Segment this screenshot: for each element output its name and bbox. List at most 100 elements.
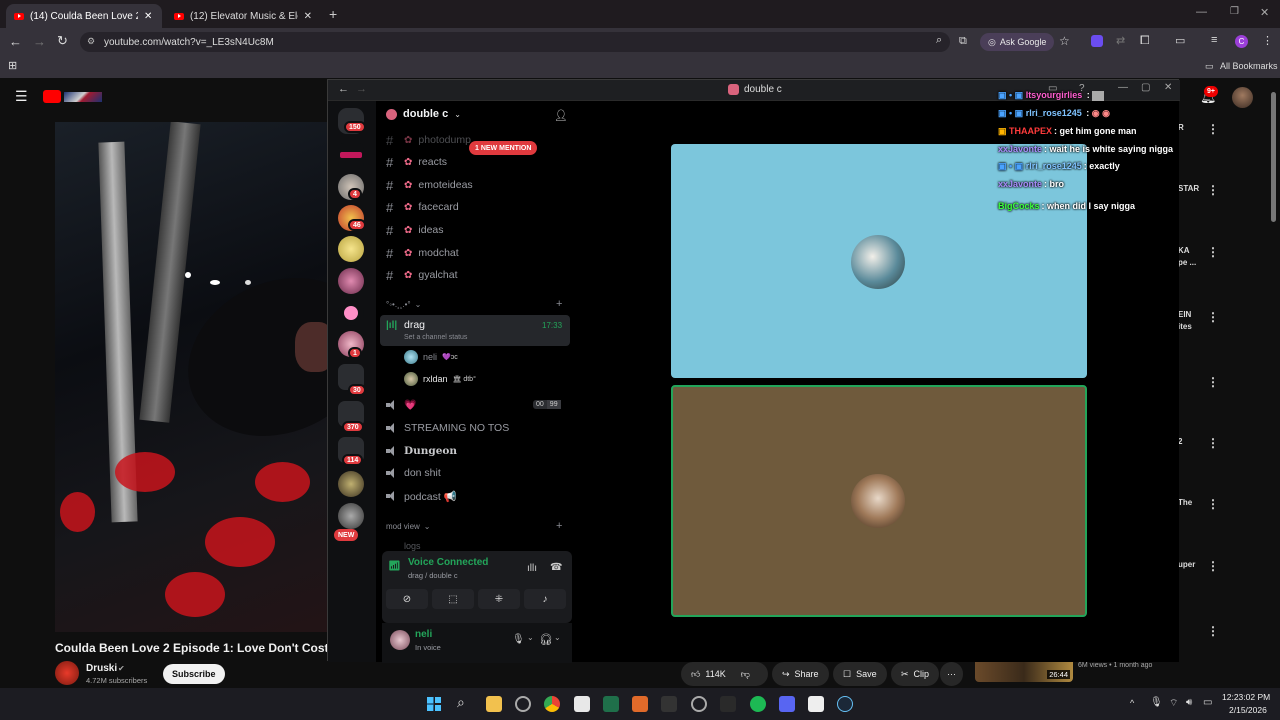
participant-tile-speaking[interactable] xyxy=(671,385,1087,617)
invite-people-icon[interactable]: 👤︎ xyxy=(554,109,568,122)
capcut-icon[interactable] xyxy=(808,696,824,712)
channel-ideas[interactable]: # ✿ ideas xyxy=(386,220,566,240)
voice-location[interactable]: drag / double c xyxy=(408,571,458,580)
channel-reacts[interactable]: # ✿ reacts xyxy=(386,152,566,172)
back-icon[interactable]: ← xyxy=(9,34,22,49)
notepad-icon[interactable] xyxy=(574,696,590,712)
channel-gyalchat[interactable]: # ✿ gyalchat xyxy=(386,265,566,285)
recommendation-title-fragment[interactable]: ites xyxy=(1178,322,1204,331)
app-icon[interactable] xyxy=(632,696,648,712)
new-tab-icon[interactable]: + xyxy=(329,6,337,22)
chrome-icon[interactable] xyxy=(544,696,560,712)
github-icon[interactable] xyxy=(515,696,531,712)
voice-channel-don-shit[interactable]: don shit xyxy=(386,463,566,483)
server-icon[interactable] xyxy=(338,503,364,529)
kebab-menu-icon[interactable]: ⋮ xyxy=(1207,375,1219,389)
maximize-icon[interactable]: ▢ xyxy=(1141,82,1150,93)
disconnect-icon[interactable]: ☎ xyxy=(550,562,562,573)
close-icon[interactable]: ✕ xyxy=(144,11,152,22)
chevron-down-icon[interactable]: ⌄ xyxy=(554,633,561,642)
profile-avatar[interactable]: C xyxy=(1235,35,1248,48)
kebab-menu-icon[interactable]: ⋮ xyxy=(1207,122,1219,136)
discord-icon[interactable] xyxy=(779,696,795,712)
server-icon[interactable] xyxy=(338,300,364,326)
file-explorer-icon[interactable] xyxy=(486,696,502,712)
kebab-menu-icon[interactable]: ⋮ xyxy=(1207,497,1219,511)
app-icon[interactable] xyxy=(720,696,736,712)
clock-time[interactable]: 12:23:02 PM xyxy=(1222,692,1270,702)
site-info-icon[interactable]: ⚙ xyxy=(87,36,95,47)
server-header[interactable]: double c ⌄ xyxy=(386,108,566,120)
channel-modchat[interactable]: # ✿ modchat xyxy=(386,243,566,263)
activities-button[interactable]: ⁜ xyxy=(478,589,520,609)
battery-icon[interactable]: ▭ xyxy=(1203,697,1212,708)
channel-emoteideas[interactable]: # ✿ emoteideas xyxy=(386,175,566,195)
server-icon[interactable] xyxy=(338,268,364,294)
minimize-icon[interactable]: — xyxy=(1196,6,1207,18)
forward-icon[interactable]: → xyxy=(356,83,367,95)
dislike-icon[interactable]: 👎︎ xyxy=(741,669,750,680)
extensions-puzzle-icon[interactable]: ⧠ xyxy=(1140,33,1150,48)
save-button[interactable]: ☐ Save xyxy=(833,662,887,686)
microphone-icon[interactable]: 🎙︎ xyxy=(512,634,525,645)
voice-channel-podcast[interactable]: podcast 📢 xyxy=(386,486,566,506)
extension-icon[interactable]: ⇄ xyxy=(1116,34,1125,47)
back-icon[interactable]: ← xyxy=(338,83,349,95)
bookmark-star-icon[interactable]: ☆ xyxy=(1059,34,1070,48)
close-icon[interactable]: ✕ xyxy=(1164,82,1172,93)
channel-name[interactable]: Druski xyxy=(86,663,117,674)
all-bookmarks-link[interactable]: All Bookmarks xyxy=(1220,61,1278,71)
voice-member-neli[interactable]: neli 💜ɔc xyxy=(404,350,458,364)
recommendation-title-fragment[interactable]: uper xyxy=(1178,560,1204,569)
new-unreads-pill[interactable]: NEW xyxy=(334,529,359,541)
video-player[interactable] xyxy=(55,122,335,632)
hamburger-menu-icon[interactable]: ☰ xyxy=(15,88,28,105)
like-icon[interactable]: 👍︎ xyxy=(691,669,700,680)
steam-icon[interactable] xyxy=(837,696,853,712)
zoom-icon[interactable]: ⌕ xyxy=(936,34,942,47)
tab-elevator-music[interactable]: (12) Elevator Music & Elevator J ✕ xyxy=(166,4,320,28)
recommendation-title-fragment[interactable]: EIN xyxy=(1178,310,1204,319)
close-icon[interactable]: ✕ xyxy=(304,11,312,22)
recommendation-title-fragment[interactable]: KA xyxy=(1178,246,1204,255)
kebab-menu-icon[interactable]: ⋮ xyxy=(1207,559,1219,573)
share-button[interactable]: ↪ Share xyxy=(772,662,829,686)
ask-google-button[interactable]: ◎ Ask Google xyxy=(980,33,1055,51)
apps-grid-icon[interactable]: ⊞ xyxy=(8,59,17,72)
voice-channel-dungeon[interactable]: Dungeon xyxy=(386,441,566,461)
volume-icon[interactable]: 🔊︎ xyxy=(1186,697,1192,708)
close-window-icon[interactable]: ✕ xyxy=(1260,6,1269,19)
server-icon[interactable] xyxy=(338,143,364,169)
headphones-icon[interactable]: 🎧︎ xyxy=(539,633,553,646)
recommendation-title-fragment[interactable]: R xyxy=(1178,123,1204,132)
more-actions-button[interactable]: ··· xyxy=(940,662,963,686)
voice-channel-drag[interactable]: |ıl| drag 17:33 Set a channel status xyxy=(380,315,570,346)
soundboard-button[interactable]: ♪ xyxy=(524,589,566,609)
clock-date[interactable]: 2/15/2026 xyxy=(1229,705,1267,715)
reload-icon[interactable]: ↻ xyxy=(57,33,68,49)
media-controls-icon[interactable]: ≡ xyxy=(1211,34,1217,46)
voice-member-rxldan[interactable]: rxldan 🏛 dtb° xyxy=(404,372,476,386)
camera-off-button[interactable]: ⊘ xyxy=(386,589,428,609)
add-channel-icon[interactable]: + xyxy=(556,298,562,310)
screenshot-icon[interactable]: ⧉ xyxy=(959,35,967,48)
recommendation-title-fragment[interactable]: STAR xyxy=(1178,184,1204,193)
clip-button[interactable]: ✂ Clip xyxy=(891,662,940,686)
kebab-menu-icon[interactable]: ⋮ xyxy=(1207,624,1219,638)
screen-share-button[interactable]: ⬚ xyxy=(432,589,474,609)
kebab-menu-icon[interactable]: ⋮ xyxy=(1207,245,1219,259)
wifi-icon[interactable]: ⌔ xyxy=(1169,697,1178,710)
recommendation-title-fragment[interactable]: The xyxy=(1178,498,1204,507)
microphone-icon[interactable]: 🎙︎ xyxy=(1150,697,1163,708)
user-avatar[interactable] xyxy=(1232,87,1253,108)
tray-chevron-icon[interactable]: ^ xyxy=(1130,698,1134,708)
address-bar[interactable]: ⚙ youtube.com/watch?v=_LE3sN4Uc8M ⌕ xyxy=(80,32,950,52)
signal-strength-icon[interactable]: 📶︎ xyxy=(388,561,401,572)
search-icon[interactable]: ⌕ xyxy=(457,694,465,711)
maximize-icon[interactable]: ❐ xyxy=(1230,6,1239,17)
recommendation-title-fragment[interactable]: 2 xyxy=(1178,437,1204,446)
settings-icon[interactable] xyxy=(691,696,707,712)
channel-status-prompt[interactable]: Set a channel status xyxy=(404,334,467,341)
user-avatar[interactable] xyxy=(390,630,410,650)
voice-channel-streaming[interactable]: STREAMING NO TOS xyxy=(386,418,566,438)
